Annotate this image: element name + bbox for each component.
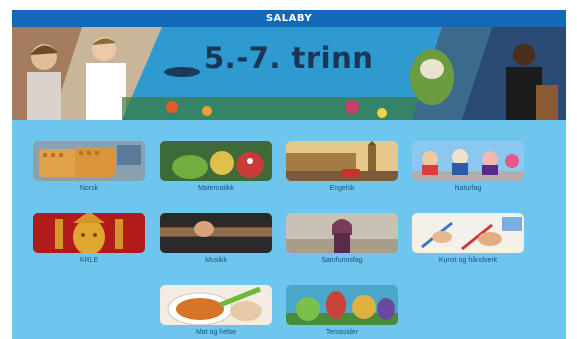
subject-card-matematikk[interactable]: Matematikk bbox=[160, 141, 272, 192]
site-logo[interactable]: SALABY bbox=[266, 13, 312, 24]
subject-card-krle[interactable]: KRLE bbox=[33, 213, 145, 264]
fantasy-creatures-image bbox=[286, 285, 398, 325]
refugee-image bbox=[286, 213, 398, 253]
subject-label: Naturfag bbox=[454, 185, 482, 192]
subject-label: Norsk bbox=[79, 185, 99, 192]
subject-label: Matematikk bbox=[198, 185, 234, 192]
subject-label: Engelsk bbox=[329, 185, 355, 192]
subject-label: Samfunnsfag bbox=[321, 257, 363, 264]
creatures-image bbox=[160, 141, 272, 181]
subject-card-samfunnsfag[interactable]: Samfunnsfag bbox=[286, 213, 398, 264]
subject-card-engelsk[interactable]: Engelsk bbox=[286, 141, 398, 192]
subject-label: Musikk bbox=[205, 257, 227, 264]
buddha-image bbox=[33, 213, 145, 253]
subject-card-mat-og-helse[interactable]: Mat og helse bbox=[160, 285, 272, 336]
salaby-page: SALABY 5.-7. trinn Norsk Matematikk Enge… bbox=[12, 10, 566, 339]
waffles-image bbox=[33, 141, 145, 181]
cartoon-characters-image bbox=[412, 141, 524, 181]
site-header: SALABY bbox=[12, 10, 566, 27]
subject-card-temasider[interactable]: Temasider bbox=[286, 285, 398, 336]
cooking-image bbox=[160, 285, 272, 325]
guitar-image bbox=[160, 213, 272, 253]
grade-title: 5.-7. trinn bbox=[204, 41, 374, 75]
subject-card-norsk[interactable]: Norsk bbox=[33, 141, 145, 192]
subject-label: Kunst og håndverk bbox=[438, 257, 498, 264]
subject-card-kunst-og-handverk[interactable]: Kunst og håndverk bbox=[412, 213, 524, 264]
subject-label: Mat og helse bbox=[195, 329, 237, 336]
painting-hands-image bbox=[412, 213, 524, 253]
subject-label: KRLE bbox=[79, 257, 99, 264]
subject-card-musikk[interactable]: Musikk bbox=[160, 213, 272, 264]
london-image bbox=[286, 141, 398, 181]
subject-card-naturfag[interactable]: Naturfag bbox=[412, 141, 524, 192]
subject-label: Temasider bbox=[325, 329, 359, 336]
hero-banner: 5.-7. trinn bbox=[12, 27, 566, 120]
